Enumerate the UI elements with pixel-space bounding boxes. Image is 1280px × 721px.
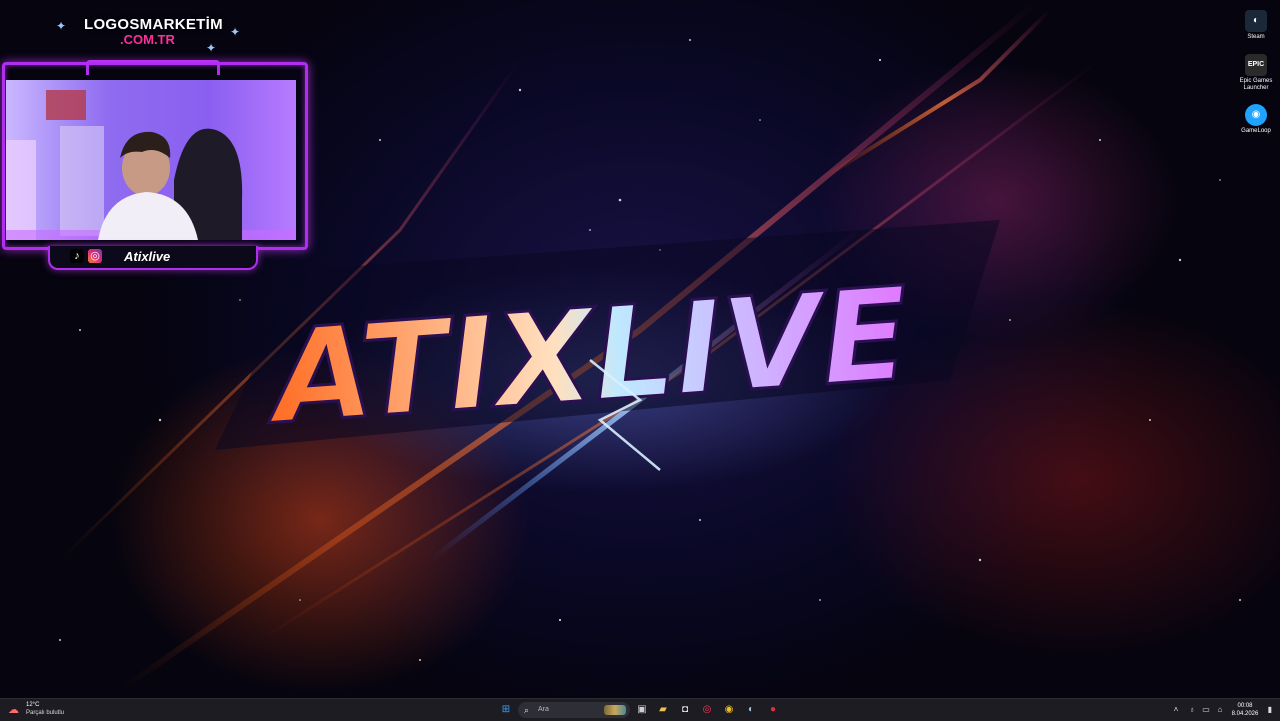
task-view-icon[interactable]: ▣	[634, 702, 650, 718]
epic-games-icon: EPIC	[1245, 54, 1267, 76]
steam-icon[interactable]: ◐	[743, 702, 759, 718]
folder-icon[interactable]: ▰	[655, 702, 671, 718]
brand-name: LOGOSMARKETİM	[84, 16, 223, 33]
taskbar: ☁ 12°C Parçalı bulutlu ⊞ ⌕ Ara ▣ ▰ ◘ ◎ ◉…	[0, 698, 1280, 721]
search-input[interactable]: ⌕ Ara	[518, 702, 630, 718]
lightning-icon: ✦	[206, 41, 217, 55]
desktop-icon-label: GameLoop	[1241, 128, 1271, 134]
brand-tld: .COM.TR	[120, 32, 175, 47]
weather-condition: Parçalı bulutlu	[26, 710, 65, 716]
desktop-icon-epic-games[interactable]: EPIC Epic Games Launcher	[1232, 54, 1280, 92]
desktop-icon-steam[interactable]: ◐ Steam	[1232, 10, 1280, 41]
clock-time: 00:08	[1237, 703, 1253, 709]
clock-date: 8.04.2026	[1231, 711, 1259, 717]
gameloop-icon: ◉	[1245, 104, 1267, 126]
chrome-icon[interactable]: ◉	[721, 702, 737, 718]
webcam-scene	[6, 90, 296, 240]
tiktok-icon: ♪	[70, 249, 84, 263]
microphone-icon[interactable]: ♁	[1186, 702, 1198, 718]
instagram-icon: ◎	[88, 249, 102, 263]
lightning-icon: ✦	[56, 19, 67, 33]
search-icon: ⌕	[524, 705, 530, 715]
search-highlight-image	[604, 705, 626, 715]
desktop-icon-label: Steam	[1247, 34, 1265, 40]
weather-icon: ☁	[8, 704, 19, 716]
store-icon[interactable]: ◘	[677, 702, 693, 718]
webcam-name-bar: ♪ ◎ Atixlive	[48, 246, 258, 270]
system-clock[interactable]: 00:08 8.04.2026	[1228, 702, 1262, 718]
brand-logo: ✦ LOGOSMARKETİM .COM.TR ✦ ✦	[56, 12, 246, 54]
steam-icon: ◐	[1245, 10, 1267, 32]
opera-gx-icon[interactable]: ◎	[699, 702, 715, 718]
desktop-icon-label: Epic Games Launcher	[1239, 78, 1273, 91]
notification-icon[interactable]: ▮	[1264, 702, 1276, 718]
search-placeholder: Ara	[538, 706, 549, 713]
red-app-icon[interactable]: ●	[765, 702, 781, 718]
chevron-up-icon[interactable]: ˄	[1170, 702, 1182, 718]
display-icon[interactable]: ▭	[1200, 702, 1212, 718]
windows-start-icon[interactable]: ⊞	[498, 702, 514, 718]
desktop-icon-gameloop[interactable]: ◉ GameLoop	[1232, 104, 1280, 135]
streamer-name: Atixlive	[124, 249, 171, 264]
lightning-icon: ✦	[230, 25, 241, 39]
weather-temp: 12°C	[26, 702, 40, 708]
webcam-video	[6, 80, 296, 240]
network-icon[interactable]: ⌂	[1214, 702, 1226, 718]
